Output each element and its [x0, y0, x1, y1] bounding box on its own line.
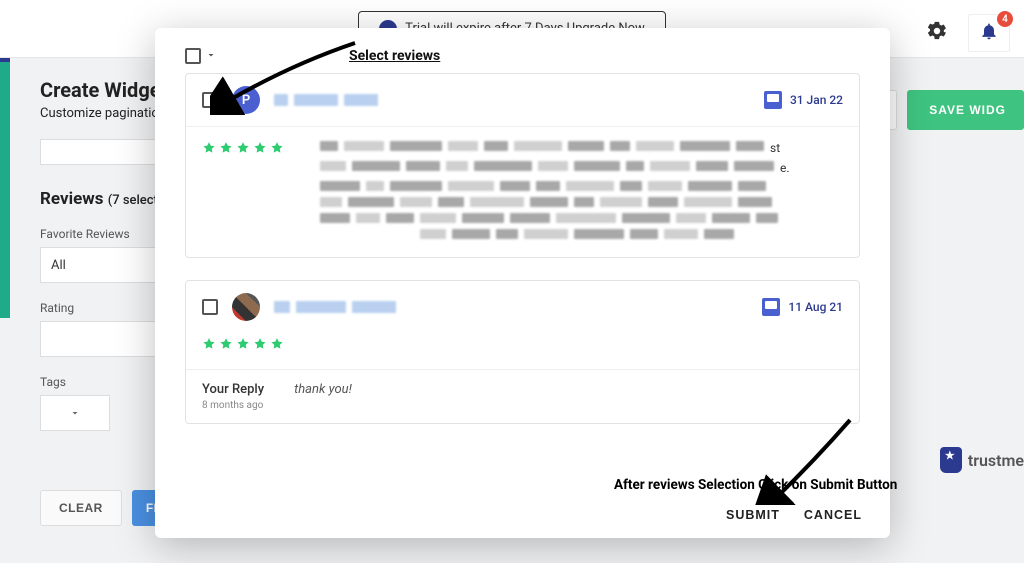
review-checkbox[interactable]	[202, 92, 218, 108]
modal-title: Select reviews	[349, 48, 440, 64]
review-checkbox[interactable]	[202, 299, 218, 315]
star-rating	[202, 337, 284, 351]
avatar: P	[232, 86, 260, 114]
select-all-checkbox[interactable]	[185, 48, 201, 64]
source-icon	[764, 91, 782, 109]
reply-label: Your Reply	[202, 382, 264, 397]
select-reviews-modal: Select reviews P 31 Jan 22 st	[155, 28, 890, 538]
review-date: 31 Jan 22	[764, 91, 843, 109]
reply-block: Your Reply 8 months ago thank you!	[186, 369, 859, 423]
review-card: P 31 Jan 22 st e.	[185, 73, 860, 258]
reply-timestamp: 8 months ago	[202, 400, 264, 411]
submit-button[interactable]: SUBMIT	[726, 508, 780, 522]
source-icon	[762, 298, 780, 316]
reply-text: thank you!	[294, 382, 352, 397]
review-card: 11 Aug 21 Your Reply 8 months ago thank …	[185, 280, 860, 424]
chevron-down-icon[interactable]	[205, 46, 217, 65]
review-date: 11 Aug 21	[762, 298, 843, 316]
reviewer-name-blurred	[274, 94, 378, 106]
review-text-blurred: st e.	[320, 141, 833, 239]
reviewer-name-blurred	[274, 301, 396, 313]
cancel-button[interactable]: CANCEL	[804, 508, 862, 522]
avatar	[232, 293, 260, 321]
star-rating	[202, 141, 284, 239]
